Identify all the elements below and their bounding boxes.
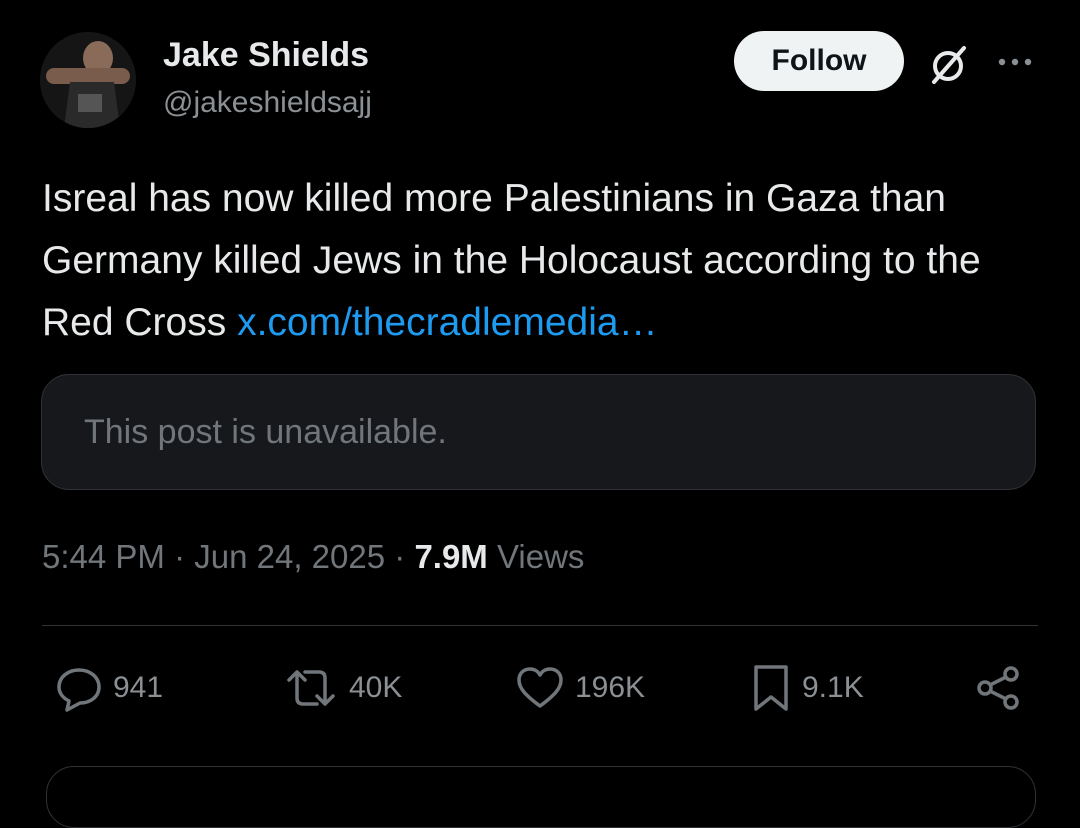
share-icon: [977, 666, 1019, 710]
post-time[interactable]: 5:44 PM: [42, 538, 165, 575]
reply-count: 941: [113, 671, 164, 704]
like-count: 196K: [575, 671, 646, 704]
reply-icon: [57, 668, 101, 712]
reply-button[interactable]: 941: [55, 662, 163, 714]
post-meta: 5:44 PM · Jun 24, 2025 · 7.9M Views: [42, 538, 585, 575]
quote-unavailable-text: This post is unavailable.: [84, 413, 447, 451]
repost-count: 40K: [349, 671, 403, 704]
like-icon: [517, 667, 563, 708]
bookmark-button[interactable]: 9.1K: [750, 662, 864, 714]
bookmark-count: 9.1K: [802, 671, 864, 704]
avatar[interactable]: [40, 32, 136, 128]
post-link[interactable]: x.com/thecradlemedia…: [237, 301, 658, 344]
bookmark-icon: [754, 665, 788, 711]
post-text: Isreal has now killed more Palestinians …: [42, 168, 1052, 354]
views-label: Views: [496, 538, 585, 575]
like-button[interactable]: 196K: [515, 662, 645, 714]
quoted-post-card[interactable]: This post is unavailable.: [41, 374, 1036, 490]
repost-button[interactable]: 40K: [283, 662, 402, 714]
post-date[interactable]: Jun 24, 2025: [194, 538, 385, 575]
author-handle[interactable]: @jakeshieldsajj: [163, 86, 372, 120]
share-button[interactable]: [974, 662, 1024, 714]
follow-button[interactable]: Follow: [734, 31, 904, 91]
author-name[interactable]: Jake Shields: [163, 36, 369, 75]
views-count: 7.9M: [414, 538, 488, 575]
divider: [42, 625, 1038, 626]
more-icon[interactable]: [994, 44, 1038, 80]
reply-composer[interactable]: [46, 766, 1036, 828]
grok-icon[interactable]: [926, 42, 970, 86]
repost-icon: [287, 670, 335, 706]
